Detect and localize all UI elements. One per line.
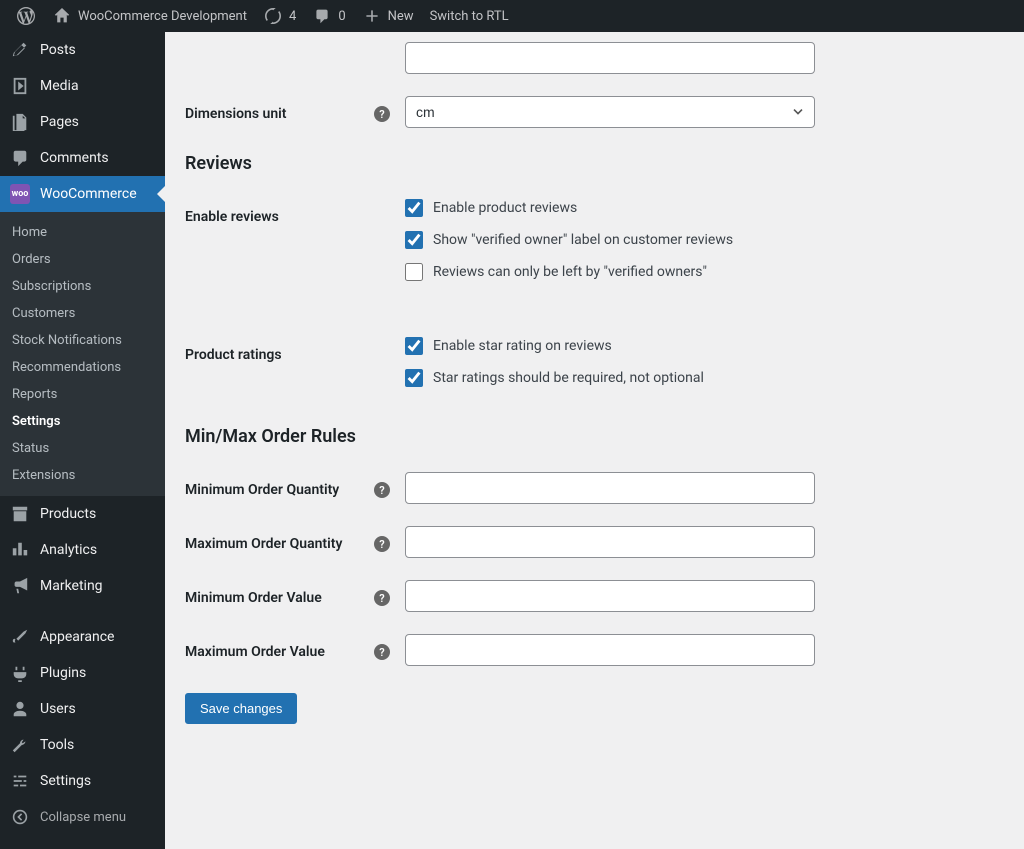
checkbox-input[interactable] xyxy=(405,337,423,355)
checkbox-enable-star-rating[interactable]: Enable star rating on reviews xyxy=(405,337,815,355)
min-val-label: Minimum Order Value xyxy=(185,590,322,606)
checkbox-input[interactable] xyxy=(405,263,423,281)
checkbox-only-verified[interactable]: Reviews can only be left by "verified ow… xyxy=(405,263,815,281)
comments-icon xyxy=(10,148,30,168)
woocommerce-submenu: Home Orders Subscriptions Customers Stoc… xyxy=(0,212,165,496)
menu-pages[interactable]: Pages xyxy=(0,104,165,140)
menu-comments[interactable]: Comments xyxy=(0,140,165,176)
megaphone-icon xyxy=(10,576,30,596)
menu-tools[interactable]: Tools xyxy=(0,727,165,763)
refresh-icon xyxy=(263,6,283,26)
min-qty-label: Minimum Order Quantity xyxy=(185,482,339,498)
row-dimensions: Dimensions unit ? cm xyxy=(185,96,1004,128)
submenu-extensions[interactable]: Extensions xyxy=(0,462,165,489)
submenu-orders[interactable]: Orders xyxy=(0,246,165,273)
submenu-home[interactable]: Home xyxy=(0,219,165,246)
menu-appearance[interactable]: Appearance xyxy=(0,619,165,655)
help-icon[interactable]: ? xyxy=(374,52,390,68)
comment-icon xyxy=(312,6,332,26)
menu-products[interactable]: Products xyxy=(0,496,165,532)
menu-plugins[interactable]: Plugins xyxy=(0,655,165,691)
max-val-label: Maximum Order Value xyxy=(185,644,325,660)
pin-icon xyxy=(10,40,30,60)
new-label: New xyxy=(388,9,414,24)
rtl-switch[interactable]: Switch to RTL xyxy=(422,0,517,32)
reviews-heading: Reviews xyxy=(185,153,1004,174)
max-qty-input[interactable] xyxy=(405,526,815,558)
help-icon[interactable]: ? xyxy=(374,106,390,122)
sliders-icon xyxy=(10,771,30,791)
home-icon xyxy=(52,6,72,26)
page-icon xyxy=(10,112,30,132)
menu-settings[interactable]: Settings xyxy=(0,763,165,799)
submenu-customers[interactable]: Customers xyxy=(0,300,165,327)
checkbox-star-required[interactable]: Star ratings should be required, not opt… xyxy=(405,369,815,387)
updates-link[interactable]: 4 xyxy=(255,0,304,32)
cut-input[interactable] xyxy=(405,42,815,74)
wordpress-icon xyxy=(16,6,36,26)
checkbox-input[interactable] xyxy=(405,199,423,217)
wrench-icon xyxy=(10,735,30,755)
help-icon[interactable]: ? xyxy=(374,644,390,660)
checkbox-verified-owner-label[interactable]: Show "verified owner" label on customer … xyxy=(405,231,815,249)
row-max-val: Maximum Order Value ? xyxy=(185,634,1004,666)
minmax-heading: Min/Max Order Rules xyxy=(185,426,1004,447)
menu-woocommerce[interactable]: woo WooCommerce xyxy=(0,176,165,212)
chart-icon xyxy=(10,540,30,560)
admin-bar: WooCommerce Development 4 0 New Switch t… xyxy=(0,0,1024,32)
woo-icon: woo xyxy=(10,184,30,204)
submenu-reports[interactable]: Reports xyxy=(0,381,165,408)
submenu-stock-notifications[interactable]: Stock Notifications xyxy=(0,327,165,354)
wp-logo[interactable] xyxy=(8,0,44,32)
rtl-label: Switch to RTL xyxy=(430,9,509,24)
dimensions-select[interactable]: cm xyxy=(405,96,815,128)
help-icon[interactable]: ? xyxy=(374,482,390,498)
submenu-subscriptions[interactable]: Subscriptions xyxy=(0,273,165,300)
menu-posts[interactable]: Posts xyxy=(0,32,165,68)
archive-icon xyxy=(10,504,30,524)
new-content-link[interactable]: New xyxy=(354,0,422,32)
row-product-ratings: Product ratings Enable star rating on re… xyxy=(185,337,1004,401)
submenu-recommendations[interactable]: Recommendations xyxy=(0,354,165,381)
comments-link[interactable]: 0 xyxy=(304,0,353,32)
brush-icon xyxy=(10,627,30,647)
help-icon[interactable]: ? xyxy=(374,590,390,606)
enable-reviews-label: Enable reviews xyxy=(185,209,279,225)
comments-count: 0 xyxy=(338,9,345,24)
plus-icon xyxy=(362,6,382,26)
updates-count: 4 xyxy=(289,9,296,24)
row-cut-top: ? xyxy=(185,42,1004,74)
menu-marketing[interactable]: Marketing xyxy=(0,568,165,604)
row-max-qty: Maximum Order Quantity ? xyxy=(185,526,1004,558)
row-min-qty: Minimum Order Quantity ? xyxy=(185,472,1004,504)
min-val-input[interactable] xyxy=(405,580,815,612)
save-button[interactable]: Save changes xyxy=(185,693,297,724)
row-enable-reviews: Enable reviews Enable product reviews Sh… xyxy=(185,199,1004,295)
admin-sidebar: Posts Media Pages Comments woo WooCommer… xyxy=(0,32,165,849)
checkbox-input[interactable] xyxy=(405,369,423,387)
max-qty-label: Maximum Order Quantity xyxy=(185,536,342,552)
site-name-link[interactable]: WooCommerce Development xyxy=(44,0,255,32)
site-name: WooCommerce Development xyxy=(78,9,247,24)
collapse-icon xyxy=(10,807,30,827)
max-val-input[interactable] xyxy=(405,634,815,666)
help-icon[interactable]: ? xyxy=(374,536,390,552)
user-icon xyxy=(10,699,30,719)
checkbox-enable-product-reviews[interactable]: Enable product reviews xyxy=(405,199,815,217)
menu-media[interactable]: Media xyxy=(0,68,165,104)
settings-content: ? Dimensions unit ? cm Reviews Enable re… xyxy=(165,32,1024,849)
product-ratings-label: Product ratings xyxy=(185,347,282,363)
media-icon xyxy=(10,76,30,96)
menu-analytics[interactable]: Analytics xyxy=(0,532,165,568)
dimensions-label: Dimensions unit xyxy=(185,106,287,122)
checkbox-input[interactable] xyxy=(405,231,423,249)
plug-icon xyxy=(10,663,30,683)
min-qty-input[interactable] xyxy=(405,472,815,504)
menu-users[interactable]: Users xyxy=(0,691,165,727)
submenu-status[interactable]: Status xyxy=(0,435,165,462)
collapse-menu[interactable]: Collapse menu xyxy=(0,799,165,835)
submenu-settings[interactable]: Settings xyxy=(0,408,165,435)
row-min-val: Minimum Order Value ? xyxy=(185,580,1004,612)
